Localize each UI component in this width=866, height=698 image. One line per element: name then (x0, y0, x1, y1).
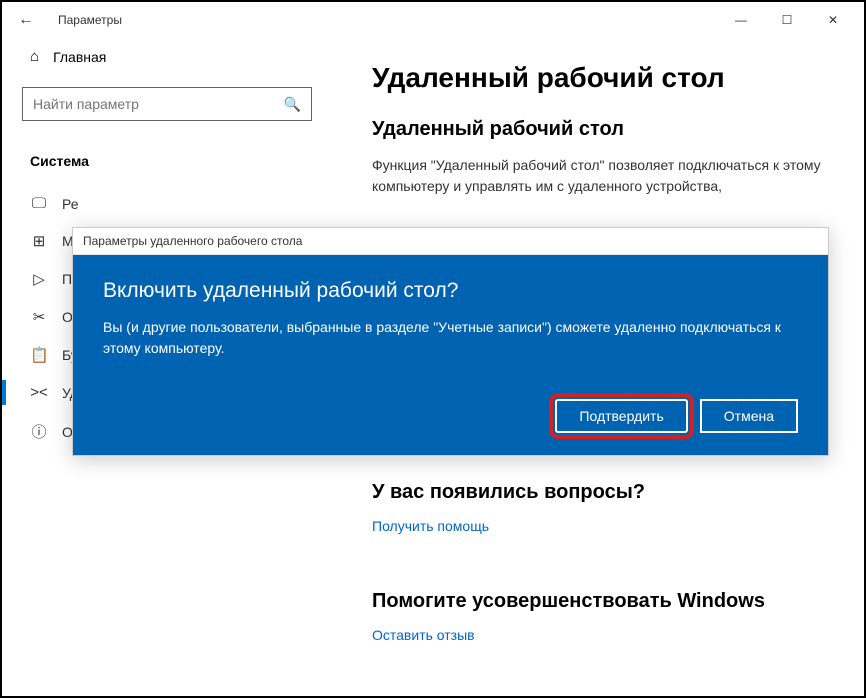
dialog-buttons: Подтвердить Отмена (103, 399, 798, 433)
section-header: Система (22, 145, 312, 177)
search-icon: 🔍 (284, 96, 301, 113)
cancel-button[interactable]: Отмена (700, 399, 798, 433)
dialog-question: Включить удаленный рабочий стол? (103, 279, 798, 303)
get-help-link[interactable]: Получить помощь (372, 518, 489, 534)
dialog-body: Включить удаленный рабочий стол? Вы (и д… (73, 255, 828, 455)
maximize-icon: ☐ (782, 13, 793, 27)
feedback-section: Помогите усовершенствовать Windows Остав… (372, 590, 824, 667)
maximize-button[interactable]: ☐ (764, 4, 810, 36)
home-link[interactable]: ⌂ Главная (22, 38, 312, 75)
sidebar-item-label: Ре (62, 196, 79, 212)
close-icon: ✕ (828, 13, 838, 27)
help-section: У вас появились вопросы? Получить помощь (372, 481, 824, 558)
page-title: Удаленный рабочий стол (372, 62, 824, 94)
multitask-icon: ⊞ (30, 232, 48, 250)
home-label: Главная (53, 49, 106, 65)
back-button[interactable]: ← (10, 4, 42, 36)
titlebar: ← Параметры — ☐ ✕ (2, 2, 864, 38)
minimize-button[interactable]: — (718, 4, 764, 36)
dialog-message: Вы (и другие пользователи, выбранные в р… (103, 317, 798, 359)
app-title: Параметры (58, 13, 122, 27)
back-icon: ← (18, 11, 34, 29)
section-description: Функция "Удаленный рабочий стол" позволя… (372, 155, 824, 197)
window-controls: — ☐ ✕ (718, 4, 856, 36)
remote-desktop-icon: >< (30, 384, 48, 401)
home-icon: ⌂ (30, 48, 39, 65)
display-icon: 🖵 (30, 195, 48, 212)
search-input[interactable] (33, 96, 284, 112)
section-subtitle: Удаленный рабочий стол (372, 118, 824, 141)
feedback-link[interactable]: Оставить отзыв (372, 627, 475, 643)
projecting-icon: ▷ (30, 270, 48, 288)
confirm-dialog: Параметры удаленного рабочего стола Вклю… (72, 227, 829, 456)
shared-icon: ✂ (30, 308, 48, 326)
confirm-button[interactable]: Подтвердить (555, 399, 687, 433)
sidebar-item-display[interactable]: 🖵 Ре (22, 185, 312, 222)
improve-heading: Помогите усовершенствовать Windows (372, 590, 824, 613)
search-box[interactable]: 🔍 (22, 87, 312, 121)
clipboard-icon: 📋 (30, 346, 48, 364)
about-icon: ⓘ (30, 421, 48, 442)
close-button[interactable]: ✕ (810, 4, 856, 36)
dialog-title: Параметры удаленного рабочего стола (73, 228, 828, 255)
minimize-icon: — (735, 13, 747, 27)
questions-heading: У вас появились вопросы? (372, 481, 824, 504)
